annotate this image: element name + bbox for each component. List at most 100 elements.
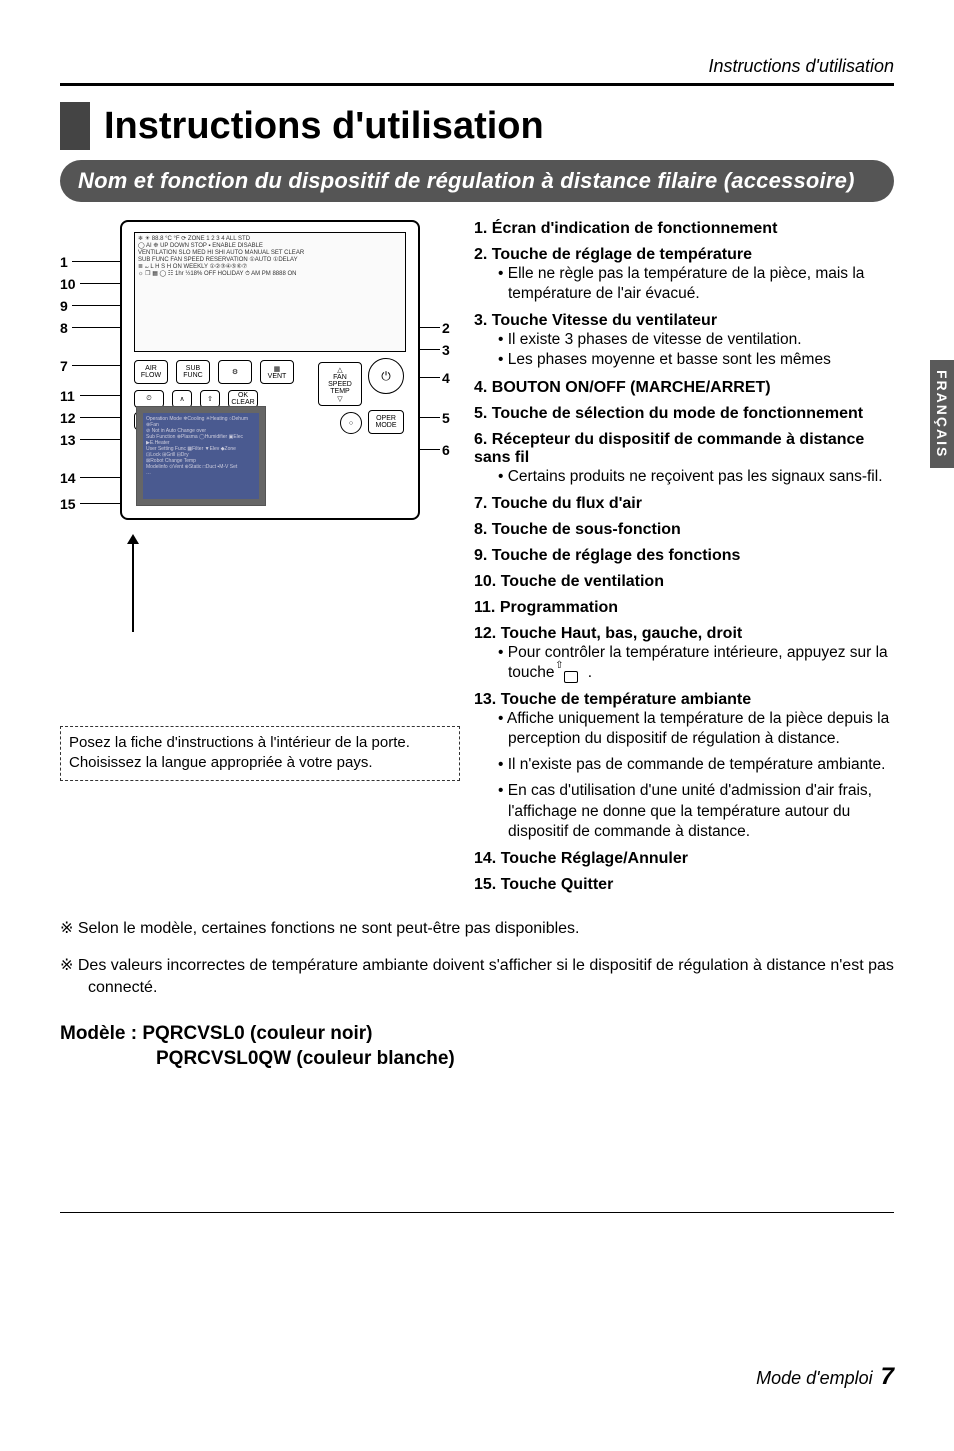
footnote-2: Des valeurs incorrectes de température a… xyxy=(60,955,894,998)
running-header: Instructions d'utilisation xyxy=(60,56,894,77)
item-sub: Il existe 3 phases de vitesse de ventila… xyxy=(498,330,894,350)
leader xyxy=(80,417,120,418)
settings-button[interactable]: ⚙ xyxy=(218,360,252,384)
item-sub: Affiche uniquement la température de la … xyxy=(498,709,894,749)
item-15: 15. Touche Quitter xyxy=(474,876,894,894)
item-title: Touche de sous-fonction xyxy=(492,521,681,538)
power-button[interactable]: ⏻ xyxy=(368,358,404,394)
item-num: 2. xyxy=(474,246,487,263)
note-line-2: Choisissez la langue appropriée à votre … xyxy=(69,753,451,773)
item-7: 7. Touche du flux d'air xyxy=(474,495,894,513)
item-9: 9. Touche de réglage des fonctions xyxy=(474,547,894,565)
lcd-screen: ❄ ☀ 88.8 °C °F ⟳ ZONE 1 2 3 4 ALL STD◯ A… xyxy=(134,232,406,352)
door: Operation Mode ❄Cooling ☀Heating ○Dehum … xyxy=(136,406,266,506)
item-title: BOUTON ON/OFF (MARCHE/ARRET) xyxy=(492,379,771,396)
room-temp-icon xyxy=(563,665,579,681)
item-title: Touche de réglage de température xyxy=(492,246,752,263)
item-title: Programmation xyxy=(500,599,618,616)
sub-func-button[interactable]: SUBFUNC xyxy=(176,360,210,384)
title-row: Instructions d'utilisation xyxy=(60,102,894,150)
item-num: 13. xyxy=(474,691,496,708)
callout-12: 12 xyxy=(60,410,76,426)
callout-15: 15 xyxy=(60,496,76,512)
fan-speed-button[interactable]: △FANSPEEDTEMP▽ xyxy=(318,362,362,406)
item-num: 7. xyxy=(474,495,487,512)
item-title: Touche du flux d'air xyxy=(492,495,642,512)
remote-diagram: 1 10 9 8 7 11 12 13 14 15 xyxy=(60,220,460,660)
item-title: Touche Vitesse du ventilateur xyxy=(492,312,717,329)
item-num: 11. xyxy=(474,599,495,616)
content-row: 1 10 9 8 7 11 12 13 14 15 xyxy=(60,220,894,902)
item-2: 2. Touche de réglage de température Elle… xyxy=(474,246,894,304)
callout-1: 1 xyxy=(60,254,68,270)
leader xyxy=(72,305,120,306)
item-title: Récepteur du dispositif de commande à di… xyxy=(474,431,864,466)
leader xyxy=(72,261,120,262)
arrow-up-icon xyxy=(132,542,134,632)
leader xyxy=(80,395,120,396)
callout-8: 8 xyxy=(60,320,68,336)
leader xyxy=(72,327,120,328)
footnote-1: Selon le modèle, certaines fonctions ne … xyxy=(60,918,894,940)
remote-panel: ❄ ☀ 88.8 °C °F ⟳ ZONE 1 2 3 4 ALL STD◯ A… xyxy=(120,220,420,520)
footer: Mode d'emploi 7 xyxy=(60,1363,894,1391)
callout-5: 5 xyxy=(442,410,450,426)
item-sub: Certains produits ne reçoivent pas les s… xyxy=(498,467,894,487)
receiver-icon: ○ xyxy=(340,412,362,434)
leader xyxy=(80,439,120,440)
item-title: Touche de ventilation xyxy=(501,573,664,590)
callout-7: 7 xyxy=(60,358,68,374)
item-num: 14. xyxy=(474,850,496,867)
callout-2: 2 xyxy=(442,320,450,336)
leader xyxy=(420,327,440,328)
item-sub: En cas d'utilisation d'une unité d'admis… xyxy=(498,781,894,841)
item-4: 4. BOUTON ON/OFF (MARCHE/ARRET) xyxy=(474,379,894,397)
item-num: 1. xyxy=(474,220,487,237)
item-8: 8. Touche de sous-fonction xyxy=(474,521,894,539)
page-number: 7 xyxy=(881,1363,894,1391)
item-1: 1. Écran d'indication de fonctionnement xyxy=(474,220,894,238)
air-flow-button[interactable]: AIRFLOW xyxy=(134,360,168,384)
model-line-1: Modèle : PQRCVSL0 (couleur noir) xyxy=(60,1021,894,1047)
leader xyxy=(80,477,120,478)
leader xyxy=(80,283,120,284)
callout-10: 10 xyxy=(60,276,76,292)
item-sub: Elle ne règle pas la température de la p… xyxy=(498,264,894,304)
vent-button[interactable]: ▦VENT xyxy=(260,360,294,384)
item-sub: Les phases moyenne et basse sont les mêm… xyxy=(498,350,894,370)
item-num: 3. xyxy=(474,312,487,329)
item-num: 15. xyxy=(474,876,496,893)
leader xyxy=(420,449,440,450)
item-num: 10. xyxy=(474,573,496,590)
leader xyxy=(420,417,440,418)
model-line-2: PQRCVSL0QW (couleur blanche) xyxy=(60,1046,894,1072)
footer-text: Mode d'emploi xyxy=(756,1368,873,1389)
item-num: 9. xyxy=(474,547,487,564)
leader xyxy=(80,503,120,504)
item-num: 8. xyxy=(474,521,487,538)
item-sub: Pour contrôler la température intérieure… xyxy=(498,643,894,683)
item-title: Touche de réglage des fonctions xyxy=(492,547,741,564)
callout-3: 3 xyxy=(442,342,450,358)
divider xyxy=(60,1212,894,1213)
note-box: Posez la fiche d'instructions à l'intéri… xyxy=(60,726,460,781)
model-block: Modèle : PQRCVSL0 (couleur noir) PQRCVSL… xyxy=(60,1021,894,1072)
item-num: 12. xyxy=(474,625,496,642)
item-title: Touche de température ambiante xyxy=(501,691,751,708)
item-num: 6. xyxy=(474,431,487,448)
divider xyxy=(60,83,894,86)
right-column: 1. Écran d'indication de fonctionnement … xyxy=(474,220,894,902)
item-title: Touche Réglage/Annuler xyxy=(501,850,688,867)
title-square-icon xyxy=(60,102,90,150)
section-pill: Nom et fonction du dispositif de régulat… xyxy=(60,160,894,202)
callout-14: 14 xyxy=(60,470,76,486)
item-3: 3. Touche Vitesse du ventilateur Il exis… xyxy=(474,312,894,370)
callout-13: 13 xyxy=(60,432,76,448)
item-num: 4. xyxy=(474,379,487,396)
callout-6: 6 xyxy=(442,442,450,458)
language-tab: FRANÇAIS xyxy=(930,360,954,468)
item-6: 6. Récepteur du dispositif de commande à… xyxy=(474,431,894,487)
callout-11: 11 xyxy=(60,388,75,404)
oper-mode-button[interactable]: OPERMODE xyxy=(368,410,404,434)
instruction-sticker: Operation Mode ❄Cooling ☀Heating ○Dehum … xyxy=(143,413,259,499)
